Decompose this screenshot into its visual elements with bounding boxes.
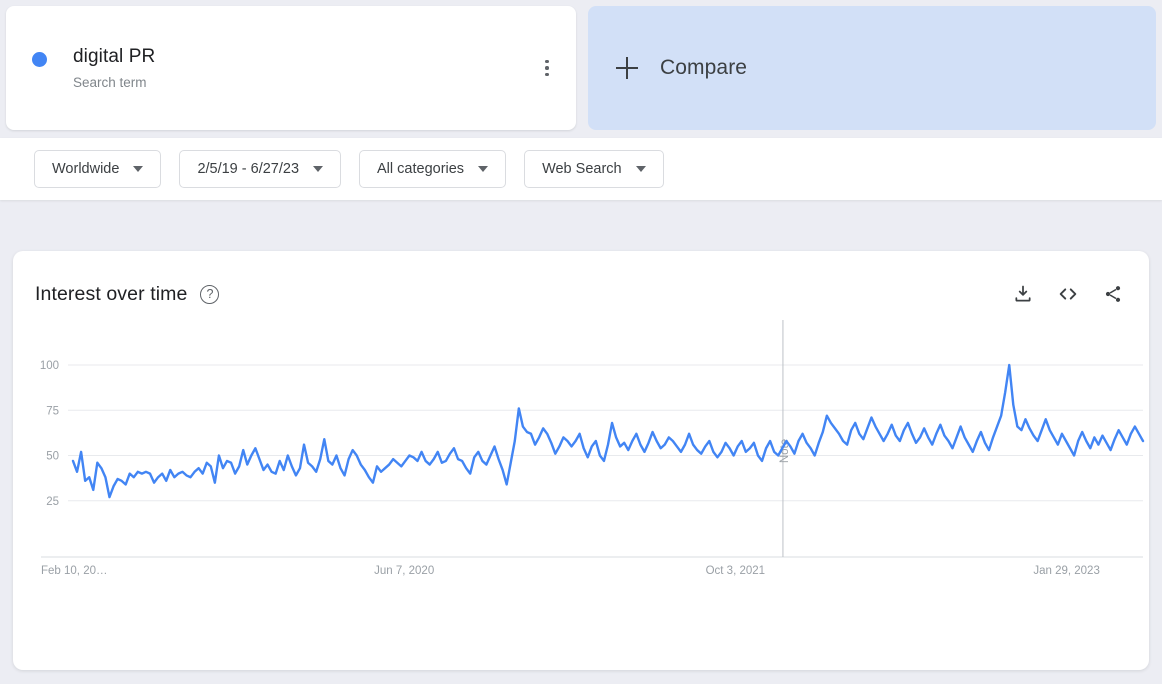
- filter-category-label: All categories: [377, 161, 465, 177]
- plus-icon: [616, 57, 638, 79]
- chevron-down-icon: [635, 166, 646, 172]
- filter-search-type-label: Web Search: [542, 161, 622, 177]
- embed-code-icon[interactable]: [1056, 282, 1080, 306]
- search-term-card[interactable]: digital PR Search term: [6, 6, 576, 130]
- interest-over-time-chart[interactable]: 255075100NoteFeb 10, 20… Jun 7, 2020 Oct 3…: [13, 311, 1149, 601]
- interest-over-time-card: Interest over time ? 25 50 75 100 Note F…: [13, 251, 1149, 670]
- filter-time-range[interactable]: 2/5/19 - 6/27/23: [179, 150, 342, 188]
- chart-plot-area[interactable]: 25 50 75 100 Note Feb 10, 20… Jun 7, 2020 Oct 3…: [13, 311, 1149, 601]
- chevron-down-icon: [313, 166, 324, 172]
- x-axis-tick-label: Jun 7, 2020: [374, 565, 434, 577]
- search-term-text: digital PR Search term: [73, 45, 155, 92]
- x-axis-tick-label: Oct 3, 2021: [706, 565, 765, 577]
- y-axis-tick-label: 25: [46, 496, 59, 508]
- filter-location-label: Worldwide: [52, 161, 120, 177]
- x-axis-tick-label: Feb 10, 20…: [41, 565, 107, 577]
- search-term-name: digital PR: [73, 45, 156, 67]
- page-title: Interest over time: [35, 282, 188, 305]
- chart-header: Interest over time ?: [13, 251, 1149, 306]
- filter-category[interactable]: All categories: [359, 150, 507, 188]
- search-terms-row: digital PR Search term Compare: [0, 0, 1162, 130]
- more-vert-icon[interactable]: [532, 53, 562, 83]
- filter-time-range-label: 2/5/19 - 6/27/23: [197, 161, 300, 177]
- chart-title-group: Interest over time ?: [35, 282, 220, 306]
- filter-search-type[interactable]: Web Search: [524, 150, 664, 188]
- share-icon[interactable]: [1101, 282, 1125, 306]
- y-axis-tick-label: 50: [46, 451, 59, 463]
- question-mark-icon[interactable]: ?: [200, 284, 220, 304]
- search-term-content: digital PR Search term: [6, 45, 576, 92]
- trend-line-digital-pr[interactable]: [71, 363, 1145, 499]
- compare-label: Compare: [660, 56, 748, 79]
- y-axis-tick-label: 75: [46, 405, 59, 417]
- filter-location[interactable]: Worldwide: [34, 150, 162, 188]
- x-axis-tick-label: Jan 29, 2023: [1033, 565, 1100, 577]
- download-icon[interactable]: [1011, 282, 1035, 306]
- chevron-down-icon: [478, 166, 489, 172]
- chevron-down-icon: [133, 166, 144, 172]
- chart-actions: [1011, 282, 1125, 306]
- google-trends-page: digital PR Search term Compare Worldwide…: [0, 0, 1162, 684]
- y-axis-tick-label: 100: [40, 360, 59, 372]
- search-term-type: Search term: [73, 74, 147, 90]
- compare-button[interactable]: Compare: [588, 6, 1156, 130]
- filter-bar: Worldwide 2/5/19 - 6/27/23 All categorie…: [0, 138, 1162, 200]
- series-color-dot-icon: [32, 51, 47, 67]
